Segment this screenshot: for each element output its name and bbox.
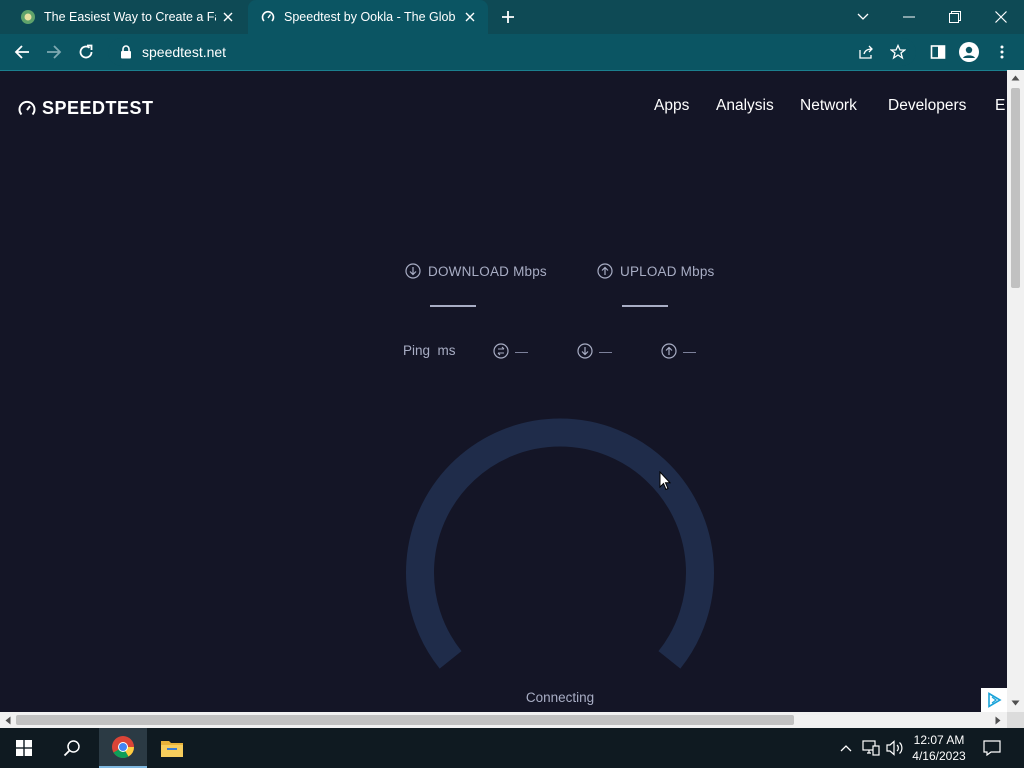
scroll-up-icon[interactable] bbox=[1011, 75, 1020, 81]
scroll-left-icon[interactable] bbox=[5, 716, 11, 725]
profile-avatar-icon[interactable] bbox=[957, 40, 981, 64]
speedtest-logo[interactable]: SPEEDTEST bbox=[18, 98, 154, 119]
upload-value-placeholder bbox=[622, 305, 668, 307]
gauge-track bbox=[406, 418, 714, 669]
system-clock[interactable]: 12:07 AM 4/16/2023 bbox=[904, 732, 974, 764]
ping-download-value: — bbox=[599, 343, 612, 359]
close-window-icon[interactable] bbox=[978, 0, 1024, 34]
download-unit: Mbps bbox=[513, 263, 547, 279]
tab-speedtest[interactable]: Speedtest by Ookla - The Global bbox=[248, 0, 488, 34]
network-icon[interactable] bbox=[860, 728, 882, 768]
ping-label: Ping ms bbox=[403, 343, 456, 358]
new-tab-icon[interactable] bbox=[498, 7, 518, 27]
ping-idle: — bbox=[493, 343, 528, 359]
tab-strip: The Easiest Way to Create a Fake Speedte… bbox=[0, 0, 1024, 34]
notification-icon[interactable] bbox=[980, 728, 1004, 768]
ping-upload-value: — bbox=[683, 343, 696, 359]
status-text: Connecting bbox=[525, 690, 595, 705]
ping-unit: ms bbox=[437, 343, 456, 358]
ping-upload: — bbox=[661, 343, 696, 359]
file-explorer-icon[interactable] bbox=[148, 728, 196, 768]
share-icon[interactable] bbox=[854, 40, 878, 64]
taskbar-search-icon[interactable] bbox=[48, 728, 96, 768]
ping-text: Ping bbox=[403, 343, 431, 358]
download-header: DOWNLOAD Mbps bbox=[405, 263, 547, 279]
minimize-icon[interactable] bbox=[886, 0, 932, 34]
download-value-placeholder bbox=[430, 305, 476, 307]
site-favicon-icon bbox=[20, 9, 36, 25]
scroll-right-icon[interactable] bbox=[995, 716, 1001, 725]
mouse-cursor-icon bbox=[659, 471, 671, 491]
idle-latency-icon bbox=[493, 343, 509, 359]
speedtest-favicon-icon bbox=[260, 9, 276, 25]
speedometer-icon bbox=[18, 100, 36, 115]
upload-arrow-icon bbox=[597, 263, 613, 279]
reload-icon[interactable] bbox=[74, 40, 98, 64]
nav-analysis[interactable]: Analysis bbox=[716, 97, 774, 115]
bookmark-star-icon[interactable] bbox=[886, 40, 910, 64]
ping-download: — bbox=[577, 343, 612, 359]
windows-start-icon[interactable] bbox=[0, 728, 48, 768]
download-arrow-icon bbox=[405, 263, 421, 279]
nav-developers[interactable]: Developers bbox=[888, 97, 966, 115]
vertical-scrollbar[interactable] bbox=[1007, 70, 1024, 712]
clock-time: 12:07 AM bbox=[913, 733, 965, 747]
close-tab-icon[interactable] bbox=[462, 9, 478, 25]
clock-date: 4/16/2023 bbox=[912, 749, 966, 763]
nav-apps[interactable]: Apps bbox=[654, 97, 689, 115]
horizontal-scroll-thumb[interactable] bbox=[16, 715, 794, 725]
nav-network[interactable]: Network bbox=[800, 97, 857, 115]
upload-latency-icon bbox=[661, 343, 677, 359]
forward-icon[interactable] bbox=[42, 40, 66, 64]
chrome-taskbar-icon[interactable] bbox=[99, 728, 147, 768]
speedtest-page: SPEEDTEST Apps Analysis Network Develope… bbox=[0, 70, 1007, 712]
nav-enterprise[interactable]: E bbox=[995, 97, 1005, 115]
ping-idle-value: — bbox=[515, 343, 528, 359]
upload-unit: Mbps bbox=[680, 263, 715, 279]
download-label: DOWNLOAD bbox=[428, 263, 510, 279]
windows-taskbar: 12:07 AM 4/16/2023 bbox=[0, 728, 1024, 768]
scrollbar-corner bbox=[1007, 712, 1024, 728]
back-icon[interactable] bbox=[10, 40, 34, 64]
adchoices-icon[interactable] bbox=[981, 688, 1007, 712]
browser-menu-icon[interactable] bbox=[990, 40, 1014, 64]
upload-label: UPLOAD bbox=[620, 263, 677, 279]
url-text[interactable]: speedtest.net bbox=[142, 44, 226, 60]
logo-text: SPEEDTEST bbox=[42, 98, 154, 118]
side-panel-icon[interactable] bbox=[926, 40, 950, 64]
address-bar[interactable]: speedtest.net bbox=[108, 38, 916, 66]
tab-title: The Easiest Way to Create a Fake bbox=[44, 10, 216, 24]
tray-chevron-icon[interactable] bbox=[836, 728, 856, 768]
restore-icon[interactable] bbox=[932, 0, 978, 34]
speed-gauge bbox=[406, 418, 714, 669]
lock-icon[interactable] bbox=[120, 45, 134, 59]
browser-toolbar: speedtest.net bbox=[0, 34, 1024, 70]
vertical-scroll-thumb[interactable] bbox=[1011, 88, 1020, 288]
download-latency-icon bbox=[577, 343, 593, 359]
tab-search-chevron-icon[interactable] bbox=[840, 0, 886, 34]
tab-fake-article[interactable]: The Easiest Way to Create a Fake bbox=[8, 0, 246, 34]
volume-icon[interactable] bbox=[884, 728, 906, 768]
close-tab-icon[interactable] bbox=[220, 9, 236, 25]
scroll-down-icon[interactable] bbox=[1011, 700, 1020, 706]
tab-title: Speedtest by Ookla - The Global bbox=[284, 10, 456, 24]
upload-header: UPLOAD Mbps bbox=[597, 263, 714, 279]
horizontal-scrollbar[interactable] bbox=[0, 712, 1007, 728]
